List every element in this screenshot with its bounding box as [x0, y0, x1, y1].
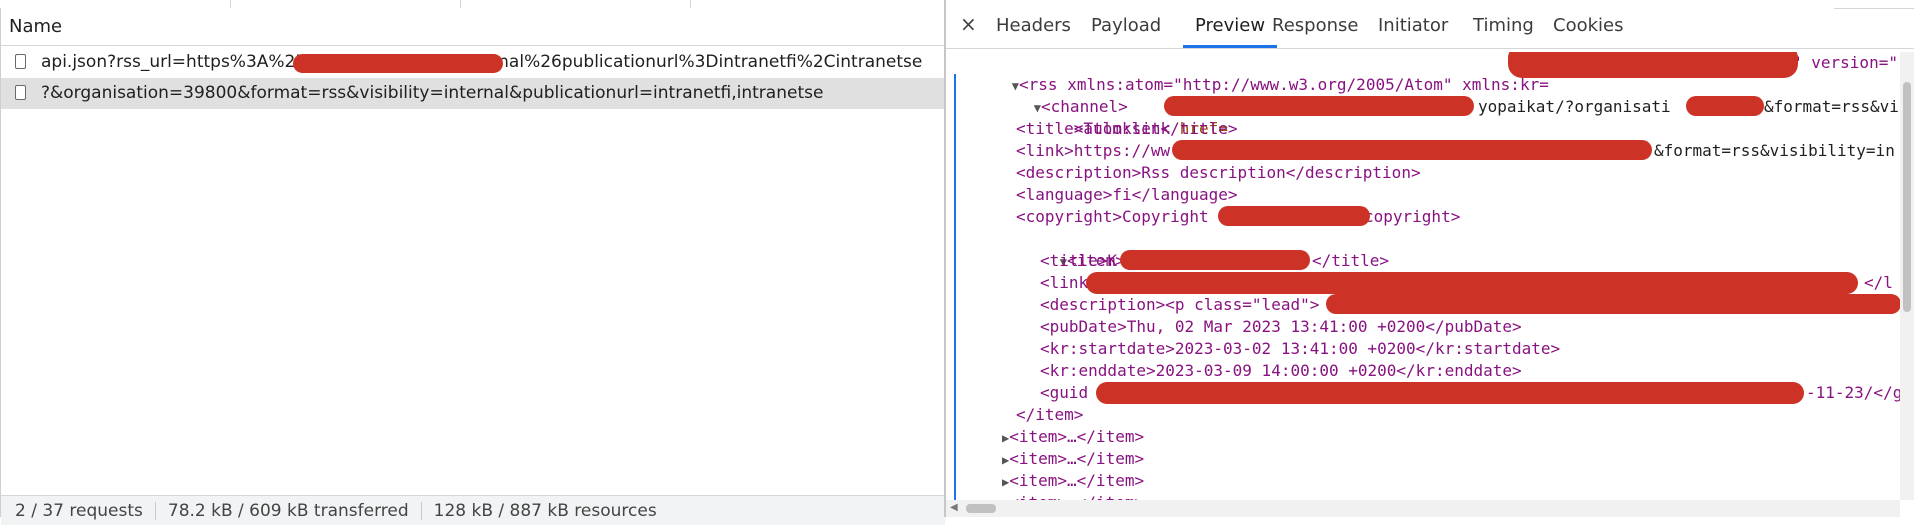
- request-name: api.json?rss_url=https%3A%2F%: [41, 52, 322, 72]
- request-row-selected[interactable]: ?&organisation=39800&format=rss&visibili…: [1, 78, 945, 109]
- redaction-mark: [1218, 206, 1370, 226]
- xml-line-startdate: <kr:startdate>2023-03-02 13:41:00 +0200<…: [1040, 338, 1560, 360]
- xml-guid-start: <guid: [1040, 383, 1089, 402]
- scrollbar-thumb[interactable]: [1903, 82, 1911, 312]
- xml-item-link-start: <link: [1040, 273, 1089, 292]
- xml-item-title-end: </title>: [1312, 251, 1390, 270]
- redaction-mark: [1326, 294, 1901, 314]
- column-separator: [230, 0, 231, 8]
- transferred-size: 78.2 kB / 609 kB transferred: [167, 501, 409, 521]
- request-count: 2 / 37 requests: [15, 501, 143, 521]
- status-bar: 2 / 37 requests 78.2 kB / 609 kB transfer…: [1, 495, 945, 525]
- xml-collapsed-item-text: <item>…</item>: [1009, 493, 1144, 500]
- tab-payload[interactable]: Payload: [1091, 0, 1161, 48]
- requests-panel: Name api.json?rss_url=https%3A%2F% ernal…: [0, 8, 945, 525]
- xml-line-copyright: <copyright>Copyright: [1016, 206, 1209, 228]
- resources-size: 128 kB / 887 kB resources: [433, 501, 657, 521]
- xml-line-channel[interactable]: ▼<channel>: [976, 74, 1128, 116]
- tree-guide-line: [954, 74, 956, 500]
- xml-language: <language>fi</language>: [1016, 185, 1238, 204]
- horizontal-scrollbar[interactable]: ◀: [946, 500, 1900, 517]
- request-name: ?&organisation=39800&format=rss&visibili…: [41, 83, 824, 103]
- vertical-scrollbar[interactable]: [1900, 52, 1914, 500]
- status-divider: [154, 502, 156, 520]
- xml-collapsed-item[interactable]: ▶<item>…</item>: [1002, 492, 1144, 500]
- xml-description: <description>Rss description</descriptio…: [1016, 163, 1421, 182]
- xml-line-item-close: </item>: [1016, 404, 1083, 426]
- tab-cookies[interactable]: Cookies: [1553, 0, 1623, 48]
- xml-line-item[interactable]: ▼<item>: [1002, 228, 1125, 270]
- redaction-mark: [1172, 140, 1652, 160]
- close-icon[interactable]: ×: [960, 12, 977, 36]
- redaction-mark: [1120, 250, 1310, 270]
- xml-atom-link-tail: &format=rss&vi: [1764, 97, 1899, 116]
- xml-rss-tail: " version=": [1792, 53, 1898, 72]
- xml-link-tail: &format=rss&visibility=in: [1654, 141, 1895, 160]
- file-icon: [15, 85, 26, 100]
- tab-preview[interactable]: Preview: [1183, 0, 1278, 48]
- xml-collapsed-item[interactable]: ▶<item>…</item>: [1002, 470, 1144, 492]
- status-divider: [420, 502, 422, 520]
- request-row[interactable]: api.json?rss_url=https%3A%2F% ernal%26pu…: [1, 47, 945, 78]
- xml-copyright-start: <copyright>Copyright: [1016, 207, 1209, 226]
- xml-enddate: <kr:enddate>2023-03-09 14:00:00 +0200</k…: [1040, 361, 1522, 380]
- redaction-mark: [1086, 272, 1858, 294]
- xml-line-enddate: <kr:enddate>2023-03-09 14:00:00 +0200</k…: [1040, 360, 1522, 382]
- column-separator: [460, 0, 461, 8]
- tabs-top-border: [1834, 0, 1914, 9]
- redaction-mark: [1508, 52, 1798, 78]
- column-separator: [690, 0, 691, 8]
- xml-guid-tail: -11-23/</g: [1806, 383, 1903, 402]
- xml-startdate: <kr:startdate>2023-03-02 13:41:00 +0200<…: [1040, 339, 1561, 358]
- file-icon: [15, 54, 26, 69]
- xml-item-link-tail: </l: [1864, 273, 1893, 292]
- tab-initiator[interactable]: Initiator: [1378, 0, 1448, 48]
- scroll-left-arrow-icon[interactable]: ◀: [950, 502, 958, 513]
- tab-response[interactable]: Response: [1272, 0, 1358, 48]
- xml-line-pubdate: <pubDate>Thu, 02 Mar 2023 13:41:00 +0200…: [1040, 316, 1522, 338]
- xml-collapsed-item-text: <item>…</item>: [1009, 427, 1145, 446]
- xml-item-title-start: <title>K: [1040, 251, 1118, 270]
- xml-item-description: <description><p class="lead">: [1040, 295, 1320, 314]
- xml-line-title: <title>Tulokset</title>: [1016, 118, 1238, 140]
- detail-tabs: × Headers Payload Preview Response Initi…: [946, 0, 1914, 49]
- redaction-mark: [1164, 96, 1474, 116]
- request-name-suffix: ernal%26publicationurl%3Dintranetfi%2Cin…: [481, 52, 923, 72]
- xml-pubdate: <pubDate>Thu, 02 Mar 2023 13:41:00 +0200…: [1040, 317, 1522, 336]
- tab-timing[interactable]: Timing: [1473, 0, 1534, 48]
- xml-collapsed-item-text: <item>…</item>: [1009, 471, 1145, 490]
- xml-line-rss[interactable]: ▼<rss xmlns:atom="http://www.w3.org/2005…: [954, 52, 1549, 94]
- xml-collapsed-item[interactable]: ▶<item>…</item>: [1002, 448, 1144, 470]
- xml-line-link: <link>https://ww: [1016, 140, 1170, 162]
- xml-collapsed-item[interactable]: ▶<item>…</item>: [1002, 426, 1144, 448]
- detail-panel: × Headers Payload Preview Response Initi…: [946, 0, 1914, 517]
- xml-line-description: <description>Rss description</descriptio…: [1016, 162, 1421, 184]
- xml-preview-tree: ▼<rss xmlns:atom="http://www.w3.org/2005…: [946, 52, 1914, 500]
- redaction-mark: [293, 54, 503, 73]
- xml-line-guid: <guid: [1040, 382, 1088, 404]
- xml-line-item-description: <description><p class="lead">: [1040, 294, 1319, 316]
- redaction-mark: [1096, 382, 1804, 404]
- xml-line-item-link: <link: [1040, 272, 1088, 294]
- tab-headers[interactable]: Headers: [996, 0, 1071, 48]
- scrollbar-thumb[interactable]: [966, 504, 996, 513]
- xml-link-start: <link>https://ww: [1016, 141, 1171, 160]
- xml-line-item-title: <title>K: [1040, 250, 1117, 272]
- xml-atom-link-mid: yopaikat/?organisati: [1478, 97, 1671, 116]
- redaction-mark: [1686, 96, 1764, 116]
- xml-copyright-end: copyright>: [1364, 207, 1461, 226]
- xml-line-language: <language>fi</language>: [1016, 184, 1238, 206]
- xml-collapsed-item-text: <item>…</item>: [1009, 449, 1145, 468]
- xml-item-close: </item>: [1016, 405, 1084, 424]
- name-column-header[interactable]: Name: [1, 8, 945, 46]
- xml-title: <title>Tulokset</title>: [1016, 119, 1238, 138]
